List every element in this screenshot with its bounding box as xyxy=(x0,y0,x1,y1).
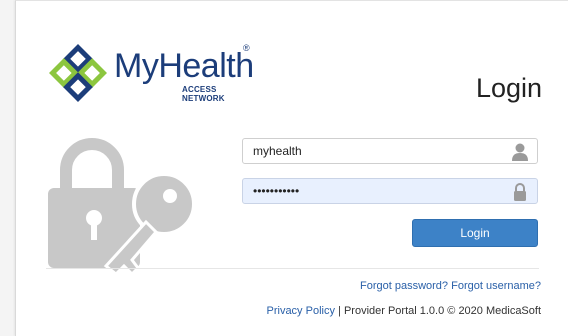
divider xyxy=(46,268,539,269)
username-input[interactable] xyxy=(243,139,537,163)
myhealth-logo: MyHealth ® ACCESS NETWORK xyxy=(46,37,258,103)
logo-wordmark: MyHealth xyxy=(114,47,254,85)
user-icon xyxy=(512,143,528,161)
forgot-links: Forgot password? Forgot username? xyxy=(360,280,541,292)
padlock-key-icon xyxy=(48,138,196,276)
login-card: MyHealth ® ACCESS NETWORK Login Login Fo… xyxy=(15,0,568,336)
logo-subtitle: ACCESS NETWORK xyxy=(182,85,225,103)
privacy-policy-link[interactable]: Privacy Policy xyxy=(267,305,335,317)
forgot-username-link[interactable]: Forgot username? xyxy=(451,280,541,292)
lock-icon xyxy=(514,183,526,201)
logo-diamond-icon xyxy=(49,44,107,102)
password-field[interactable] xyxy=(242,178,538,204)
password-input[interactable] xyxy=(243,179,537,203)
portal-info: Provider Portal 1.0.0 © 2020 MedicaSoft xyxy=(343,305,541,317)
footer: Privacy Policy | Provider Portal 1.0.0 ©… xyxy=(267,305,542,317)
footer-separator: | xyxy=(338,305,341,317)
registered-mark: ® xyxy=(243,43,250,53)
login-button[interactable]: Login xyxy=(412,219,538,247)
forgot-password-link[interactable]: Forgot password? xyxy=(360,280,448,292)
username-field[interactable] xyxy=(242,138,538,164)
page-title: Login xyxy=(476,73,543,103)
